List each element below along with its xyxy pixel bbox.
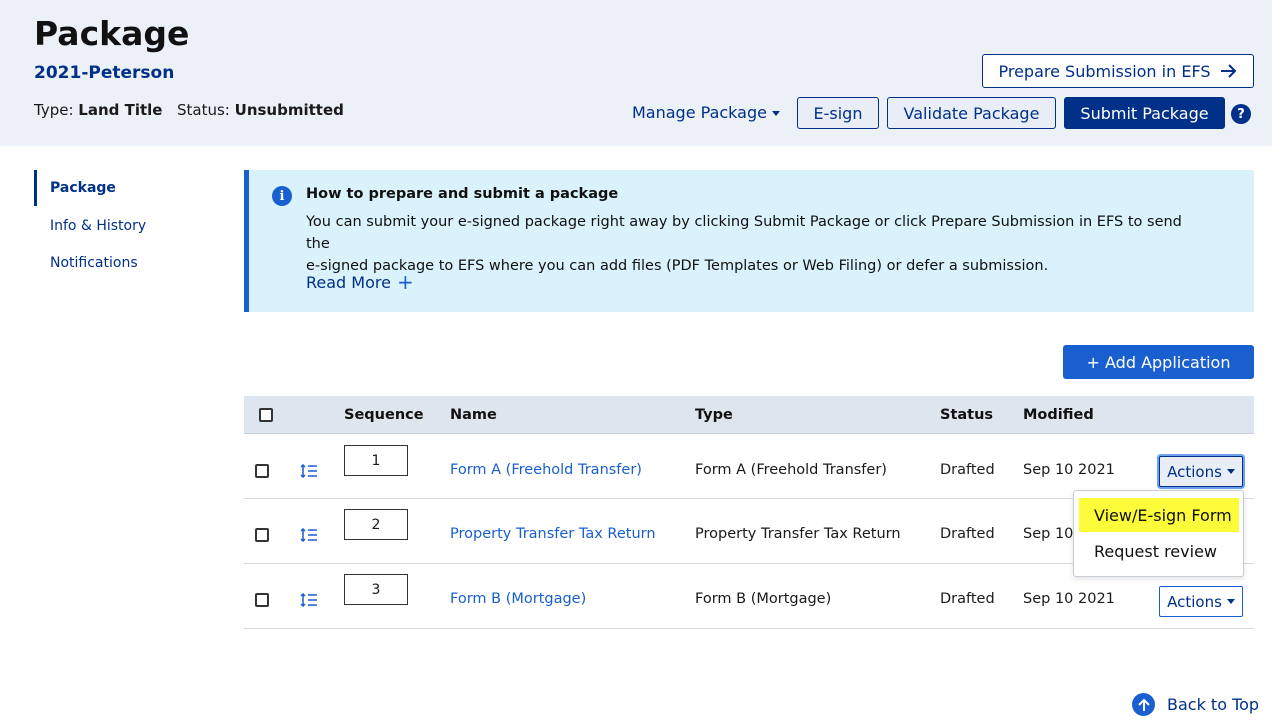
info-body-line: You can submit your e-signed package rig… [306,214,1182,252]
info-body: You can submit your e-signed package rig… [306,211,1206,277]
form-name-link[interactable]: Property Transfer Tax Return [450,526,656,542]
sidebar-item-package[interactable]: Package [34,170,204,206]
menu-item-view-esign-form[interactable]: View/E-sign Form [1079,498,1239,532]
form-status: Drafted [940,462,995,478]
actions-dropdown-menu: View/E-sign Form Request review [1073,490,1244,577]
package-type-value: Land Title [78,101,163,119]
package-status-value: Unsubmitted [234,101,344,119]
row-checkbox[interactable] [255,528,269,542]
actions-button[interactable]: Actions [1159,586,1243,617]
read-more-link[interactable]: Read More + [306,270,414,294]
read-more-label: Read More [306,273,391,292]
page-title: Package [34,14,190,53]
form-modified: Sep 10 2021 [1023,462,1115,478]
reorder-icon[interactable] [300,464,318,478]
sequence-input[interactable]: 1 [344,445,408,476]
row-checkbox[interactable] [255,464,269,478]
sidebar-item-info-history[interactable]: Info & History [34,208,204,244]
package-type-label: Type: [34,101,74,119]
caret-down-icon [771,111,780,116]
package-name: 2021-Peterson [34,63,175,83]
column-header-modified: Modified [1023,407,1094,423]
manage-package-dropdown[interactable]: Manage Package [632,103,780,122]
form-type: Property Transfer Tax Return [695,526,901,542]
reorder-icon[interactable] [300,593,318,607]
package-type: Type: Land Title [34,101,162,119]
row-checkbox[interactable] [255,593,269,607]
help-icon[interactable]: ? [1231,104,1251,124]
column-header-status: Status [940,407,994,423]
plus-icon: + [396,270,414,294]
back-to-top-link[interactable]: Back to Top [1132,693,1259,716]
form-modified: Sep 10 2021 [1023,591,1115,607]
caret-down-icon [1226,469,1235,474]
column-header-type: Type [695,407,733,423]
form-status: Drafted [940,526,995,542]
info-icon: i [272,186,292,206]
form-modified: Sep 10 [1023,526,1074,542]
add-application-button[interactable]: + Add Application [1063,345,1254,379]
manage-package-label: Manage Package [632,103,767,122]
package-status: Status: Unsubmitted [177,101,344,119]
sequence-input[interactable]: 3 [344,574,408,605]
esign-button[interactable]: E-sign [797,97,879,129]
actions-button[interactable]: Actions [1159,456,1243,487]
form-type: Form B (Mortgage) [695,591,832,607]
info-panel: i How to prepare and submit a package Yo… [244,170,1254,312]
info-body-line: e-signed package to EFS where you can ad… [306,258,1049,274]
column-header-name: Name [450,407,497,423]
reorder-icon[interactable] [300,528,318,542]
menu-item-request-review[interactable]: Request review [1079,534,1239,568]
actions-label: Actions [1167,462,1222,481]
caret-down-icon [1226,599,1235,604]
sequence-input[interactable]: 2 [344,509,408,540]
form-name-link[interactable]: Form B (Mortgage) [450,591,586,607]
table-header: Sequence Name Type Status Modified [244,396,1254,434]
validate-package-button[interactable]: Validate Package [887,97,1056,129]
submit-package-button[interactable]: Submit Package [1064,97,1225,129]
form-type: Form A (Freehold Transfer) [695,462,887,478]
arrow-right-icon [1220,64,1236,78]
page-header: Package 2021-Peterson Type: Land Title S… [0,0,1272,146]
back-to-top-label: Back to Top [1167,695,1260,714]
form-name-link[interactable]: Form A (Freehold Transfer) [450,462,642,478]
arrow-up-icon [1132,693,1155,716]
select-all-checkbox[interactable] [259,408,273,422]
info-title: How to prepare and submit a package [306,186,619,202]
actions-label: Actions [1167,592,1222,611]
package-status-label: Status: [177,101,230,119]
prepare-efs-label: Prepare Submission in EFS [998,61,1211,81]
sidebar-item-notifications[interactable]: Notifications [34,245,204,281]
prepare-efs-button[interactable]: Prepare Submission in EFS [982,54,1254,88]
form-status: Drafted [940,591,995,607]
column-header-sequence: Sequence [344,407,424,423]
